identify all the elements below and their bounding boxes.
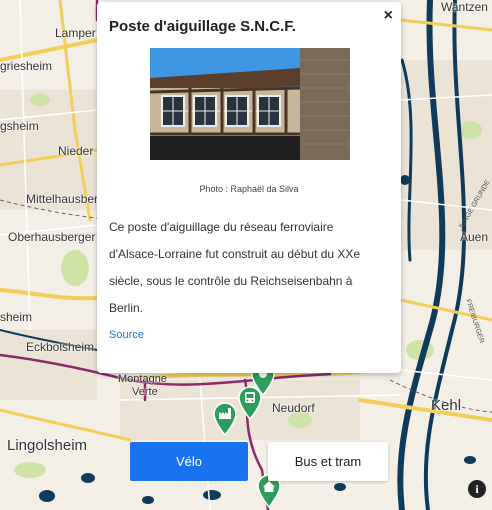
place-label-lingolsheim: Lingolsheim [7,437,88,454]
signal-box-photo [150,48,350,160]
place-label-auenheim: Auen [460,230,489,244]
place-label-sheim: sheim [0,310,33,324]
place-label-griesheim: griesheim [0,59,53,73]
map-marker-train[interactable] [237,386,263,420]
source-link[interactable]: Source [109,329,144,341]
bus-tram-button[interactable]: Bus et tram [268,442,388,481]
map-marker-factory[interactable] [212,402,238,436]
place-label-neudorf: Neudorf [272,401,315,415]
place-label-mittelhausbergen: Mittelhausber [26,192,99,206]
place-label-kehl: Kehl [431,397,462,414]
place-label-montagne: Montagne [118,373,167,385]
info-icon[interactable]: i [468,480,486,498]
place-label-lampertheim: Lamper [55,26,96,40]
landmark-popup: Poste d'aiguillage S.N.C.F. × Photo: Ra… [97,2,401,373]
train-icon [238,386,262,420]
place-label-eckbolsheim: Eckbolsheim [26,340,95,354]
popup-title: Poste d'aiguillage S.N.C.F. [109,18,296,35]
close-icon[interactable]: × [384,6,393,26]
place-label-verte: Verte [132,386,158,398]
velo-button[interactable]: Vélo [130,442,248,481]
place-label-wantzenau: Wantzen [441,0,488,14]
popup-description: Ce poste d'aiguillage du réseau ferrovia… [109,220,361,315]
photo-credit: Photo : Raphaël da Silva [199,184,299,194]
factory-icon [213,402,237,436]
place-label-oberhausbergen: Oberhausberger [8,230,96,244]
place-label-gsheim: gsheim [0,119,39,133]
popup-photo [150,48,350,160]
place-label-nieder: Nieder [58,144,94,158]
